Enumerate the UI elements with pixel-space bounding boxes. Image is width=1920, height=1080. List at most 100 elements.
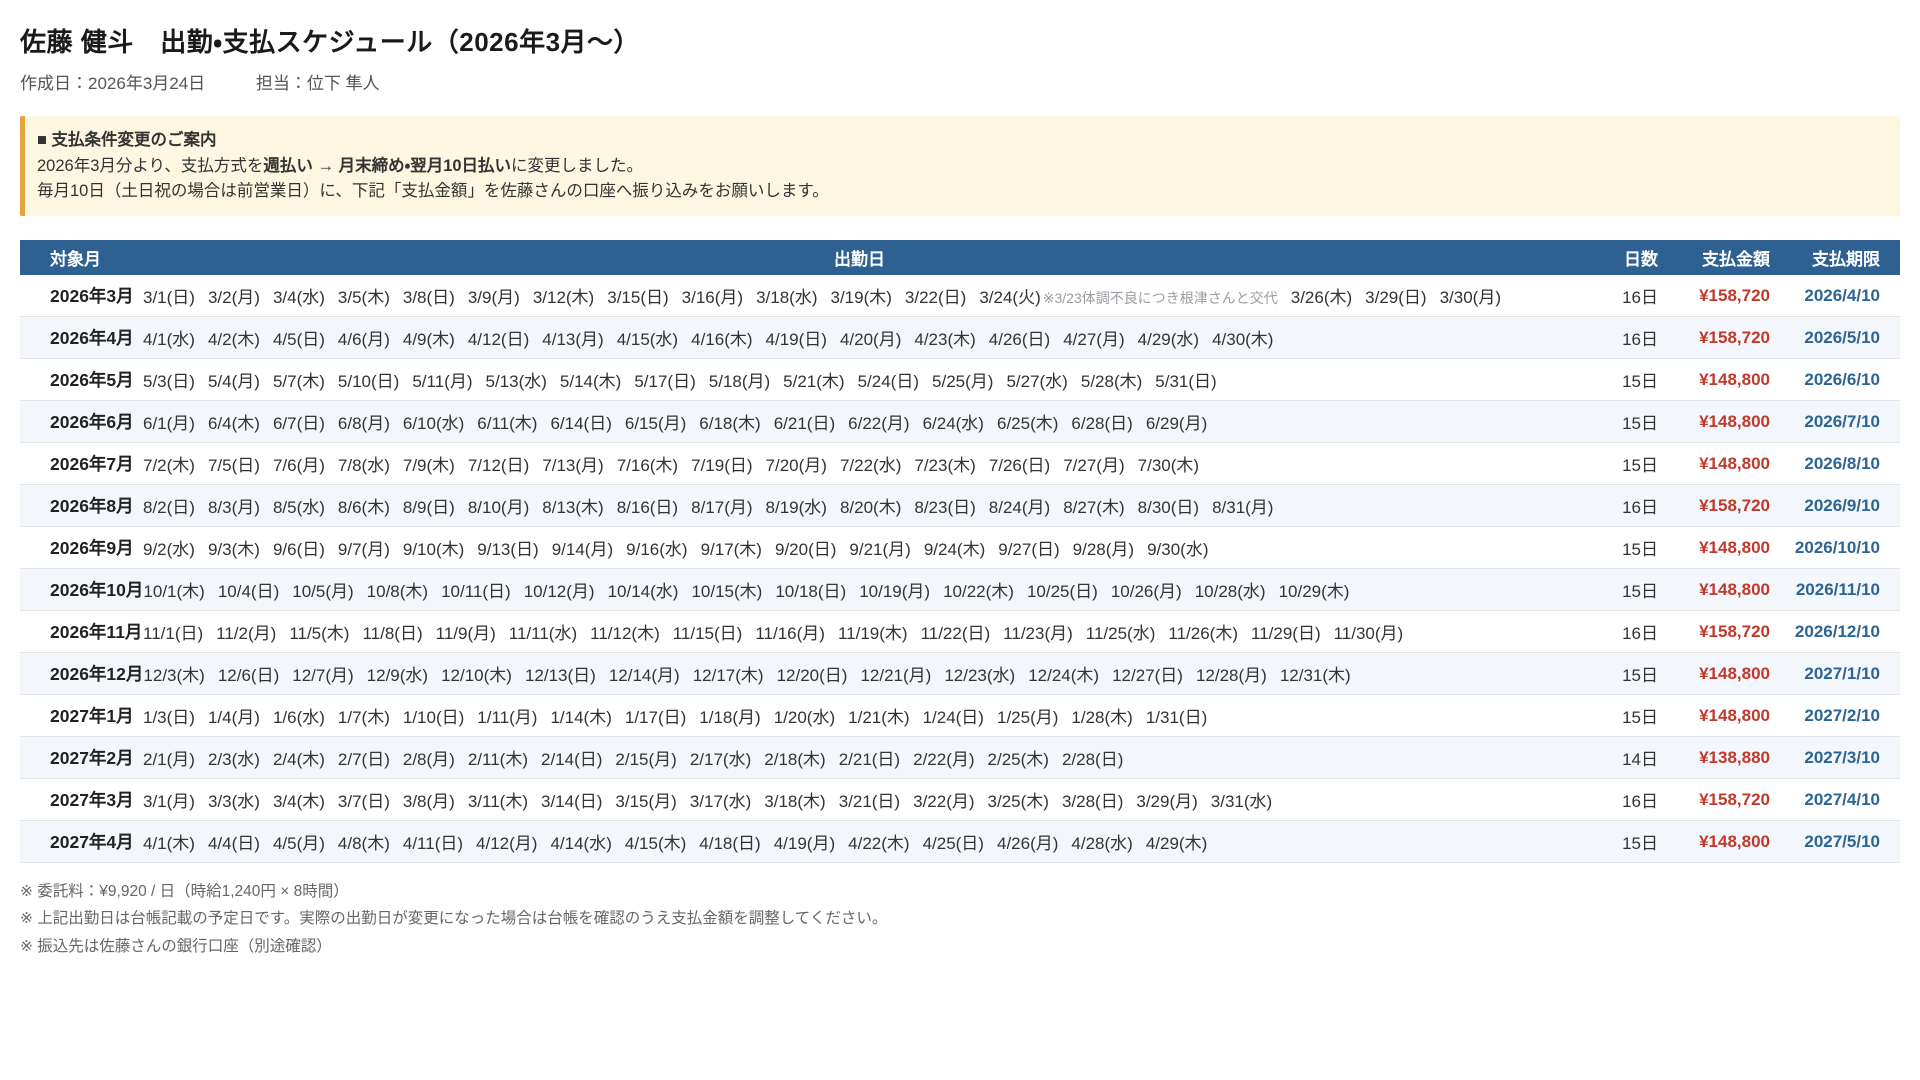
work-date: 1/7(木) (337, 708, 390, 728)
payment-deadline-cell: 2026/8/10 (1804, 453, 1880, 473)
substitution-note: ※3/23体調不良につき根津さんと交代 (1042, 290, 1278, 307)
work-date: 9/21(月) (849, 540, 911, 560)
work-dates-cell: 9/2(水) 9/3(木) 9/6(日) 9/7(月) 9/10(木) 9/13(日) 9/… (143, 530, 1576, 565)
work-date: 11/30(月) (1333, 624, 1404, 644)
table-header-row: 対象月 出勤日 日数 支払金額 支払期限 (20, 240, 1900, 276)
work-date: 2/4(木) (272, 750, 325, 770)
work-date: 6/14(日) (550, 414, 612, 434)
work-date: 4/2(木) (207, 330, 260, 350)
work-date: 5/3(日) (143, 372, 195, 392)
work-date: 3/4(水) (272, 288, 325, 308)
schedule-table-body: 2026年3月 3/1(日) 3/2(月) 3/4(水) 3/5(木) 3/8(日) 3/9… (20, 275, 1900, 864)
work-date: 3/15(月) (615, 792, 677, 812)
work-date: 7/9(木) (402, 456, 455, 476)
work-date: 4/15(木) (624, 834, 687, 854)
work-date: 6/1(月) (143, 414, 195, 434)
work-date: 11/9(月) (435, 624, 496, 644)
schedule-document: 佐藤 健斗 出勤・支払スケジュール（2026年3月〜） 作成日：2026年3月2… (0, 0, 1920, 958)
day-count-cell: 15日 (1622, 708, 1658, 728)
work-date: 7/22(水) (839, 456, 902, 476)
work-date: 6/28(日) (1071, 414, 1133, 434)
table-row: 2026年3月 3/1(日) 3/2(月) 3/4(水) 3/5(木) 3/8(日) 3/9… (20, 275, 1900, 318)
day-count-cell: 16日 (1622, 498, 1658, 518)
work-date: 8/5(水) (272, 498, 325, 518)
work-date: 11/16(月) (755, 624, 825, 644)
work-date: 5/28(木) (1080, 372, 1143, 392)
work-date: 6/11(木) (477, 414, 538, 434)
work-date: 3/17(水) (689, 792, 752, 812)
work-date: 4/29(水) (1137, 330, 1200, 350)
table-row: 2027年1月 1/3(日) 1/4(月) 1/6(水) 1/7(木) 1/10(日) 1/… (20, 695, 1900, 738)
work-date: 4/5(日) (272, 330, 325, 350)
work-date: 2/1(月) (143, 750, 195, 770)
work-date: 4/9(木) (402, 330, 455, 350)
page-title: 佐藤 健斗 出勤・支払スケジュール（2026年3月〜） (20, 27, 641, 57)
header-payment-amount: 支払金額 (1702, 250, 1770, 270)
work-date: 12/3(木) (143, 666, 205, 686)
work-date: 9/2(水) (143, 540, 195, 560)
work-date: 4/4(日) (207, 834, 260, 854)
payment-deadline-cell: 2027/5/10 (1804, 831, 1880, 851)
created-date: 作成日：2026年3月24日 (20, 74, 206, 93)
day-count-cell: 15日 (1622, 834, 1658, 854)
work-date: 8/9(日) (402, 498, 455, 518)
work-date: 1/25(月) (996, 708, 1059, 728)
payment-deadline-cell: 2027/3/10 (1804, 747, 1880, 767)
work-date: 5/27(水) (1006, 372, 1068, 392)
work-date: 10/25(日) (1026, 582, 1098, 602)
payment-amount-cell: ¥158,720 (1699, 495, 1770, 515)
work-date: 3/30(月) (1439, 288, 1502, 308)
work-date: 1/17(日) (624, 708, 687, 728)
work-date: 9/20(日) (774, 540, 837, 560)
document-meta: 作成日：2026年3月24日 担当：位下 隼人 (20, 69, 1900, 94)
work-dates-cell: 4/1(木) 4/4(日) 4/5(月) 4/8(木) 4/11(日) 4/12(月) 4/… (143, 824, 1576, 859)
work-date: 4/29(木) (1145, 834, 1208, 854)
work-date: 12/17(木) (692, 666, 764, 686)
work-date: 9/24(木) (923, 540, 986, 560)
work-date: 3/1(日) (143, 288, 195, 308)
work-date: 11/12(木) (590, 624, 660, 644)
work-date: 9/28(月) (1072, 540, 1135, 560)
work-date: 3/24(火) (979, 288, 1041, 308)
work-date: 4/14(水) (550, 834, 612, 854)
work-date: 4/6(月) (337, 330, 390, 350)
work-date: 9/10(木) (402, 540, 465, 560)
work-date: 2/8(月) (402, 750, 455, 770)
work-date: 7/12(日) (467, 456, 530, 476)
work-date: 11/29(日) (1251, 624, 1321, 644)
work-date: 4/13(月) (542, 330, 604, 350)
work-date: 12/28(月) (1195, 666, 1267, 686)
work-date: 1/3(日) (143, 708, 195, 728)
work-date: 11/19(木) (837, 624, 908, 644)
work-date: 3/22(月) (913, 792, 975, 812)
work-date: 11/1(日) (143, 624, 204, 644)
footnote-rate: ※ 委託料：¥9,920 / 日（時給1,240円 × 8時間） (20, 883, 349, 901)
work-date: 3/9(月) (467, 288, 520, 308)
work-date: 1/11(月) (477, 708, 538, 728)
month-cell: 2026年11月 (50, 622, 143, 643)
table-row: 2026年5月 5/3(日) 5/4(月) 5/7(木) 5/10(日) 5/11(月) 5… (20, 359, 1900, 402)
work-date: 4/8(木) (337, 834, 390, 854)
work-dates-cell: 4/1(水) 4/2(木) 4/5(日) 4/6(月) 4/9(木) 4/12(日) 4/1… (143, 320, 1576, 355)
work-date: 12/31(木) (1279, 666, 1351, 686)
work-date: 12/13(日) (524, 666, 596, 686)
table-row: 2027年4月 4/1(木) 4/4(日) 4/5(月) 4/8(木) 4/11(日) 4/… (20, 821, 1900, 864)
work-date: 3/2(月) (207, 288, 260, 308)
work-date: 11/22(日) (920, 624, 991, 644)
work-date: 12/27(日) (1112, 666, 1183, 686)
work-date: 9/13(日) (477, 540, 539, 560)
header-payment-deadline: 支払期限 (1812, 250, 1880, 270)
work-date: 8/31(月) (1212, 498, 1274, 518)
work-date: 4/19(月) (773, 834, 836, 854)
work-date: 5/11(月) (412, 372, 473, 392)
payment-amount-cell: ¥148,800 (1699, 537, 1770, 557)
work-date: 4/18(日) (699, 834, 761, 854)
notice-line-2: 毎月10日（土日祝の場合は前営業日）に、下記「支払金額」を佐藤さんの口座へ振り込… (37, 181, 829, 200)
day-count-cell: 15日 (1622, 372, 1658, 392)
work-date: 6/24(水) (922, 414, 984, 434)
work-date: 9/6(日) (272, 540, 325, 560)
work-date: 10/11(日) (441, 582, 511, 602)
payment-deadline-cell: 2026/10/10 (1794, 537, 1880, 557)
work-dates-cell: 7/2(木) 7/5(日) 7/6(月) 7/8(水) 7/9(木) 7/12(日) 7/1… (143, 446, 1576, 481)
work-dates-cell: 5/3(日) 5/4(月) 5/7(木) 5/10(日) 5/11(月) 5/13(水) 5… (143, 362, 1576, 397)
